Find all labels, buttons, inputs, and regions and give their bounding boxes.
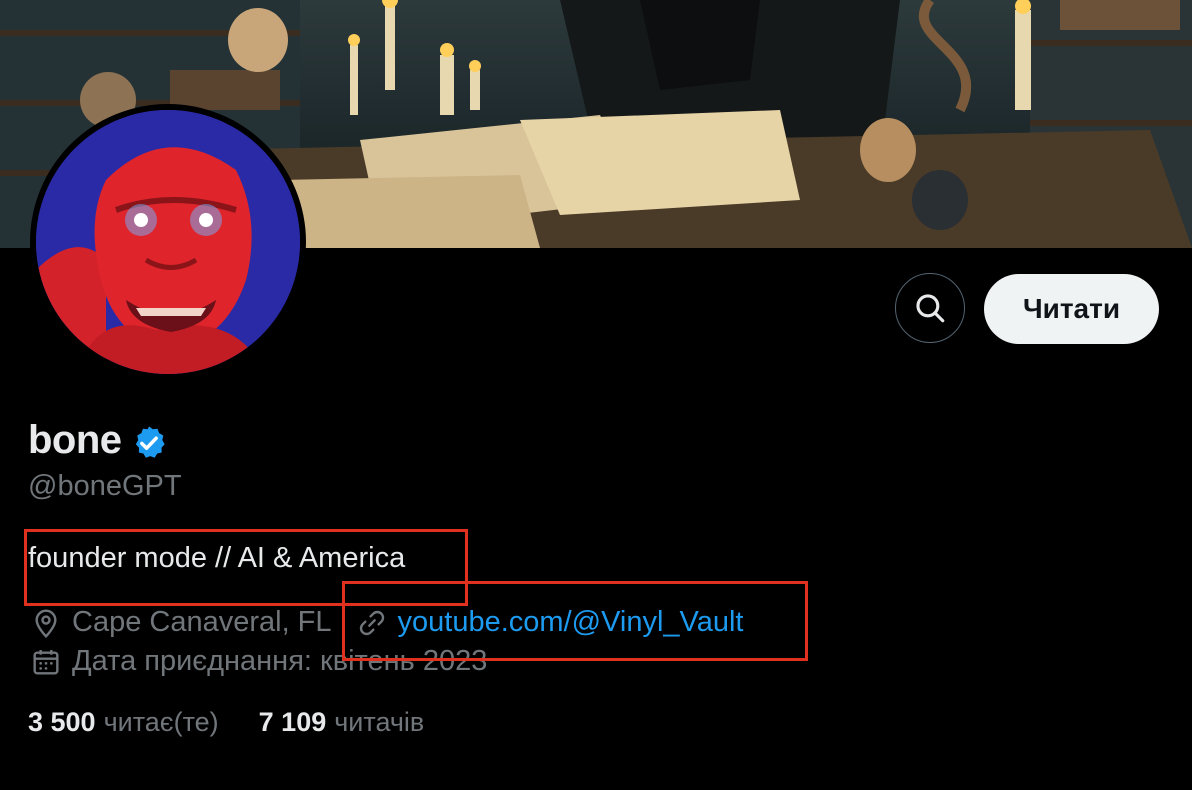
- following-label: читає(те): [103, 707, 219, 737]
- following-stat[interactable]: 3 500 читає(те): [28, 707, 219, 738]
- followers-stat[interactable]: 7 109 читачів: [259, 707, 425, 738]
- profile-location: Cape Canaveral, FL: [72, 606, 332, 638]
- search-button[interactable]: [895, 273, 965, 343]
- follow-button[interactable]: Читати: [984, 274, 1159, 344]
- followers-count: 7 109: [258, 707, 327, 737]
- website-highlight-box: [342, 581, 808, 661]
- location-icon: [30, 607, 62, 639]
- profile-handle: @boneGPT: [28, 470, 182, 502]
- search-icon: [913, 291, 947, 325]
- profile-stats: 3 500 читає(те) 7 109 читачів: [28, 707, 424, 738]
- profile-name: bone: [28, 418, 122, 462]
- followers-label: читачів: [334, 707, 425, 737]
- profile-name-row: bone: [28, 418, 168, 463]
- calendar-icon: [30, 646, 62, 678]
- following-count: 3 500: [28, 707, 96, 737]
- avatar[interactable]: [36, 110, 300, 374]
- verified-badge-icon: [130, 424, 168, 462]
- avatar-frame[interactable]: [30, 104, 306, 380]
- avatar-image: [36, 110, 300, 374]
